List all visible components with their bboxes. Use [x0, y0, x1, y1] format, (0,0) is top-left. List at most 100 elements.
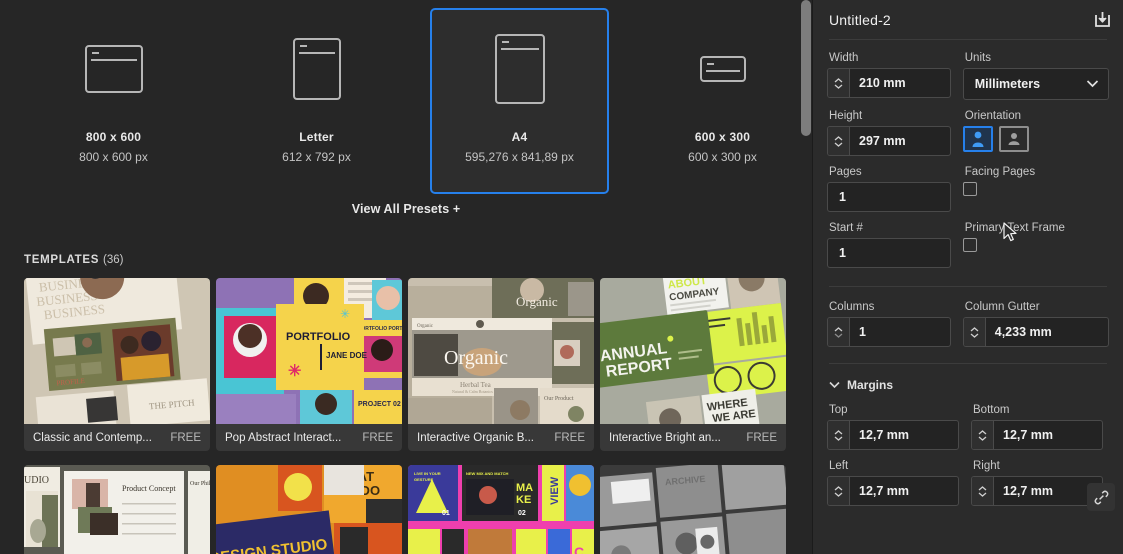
template-thumbnail: Organic Organic Organic Herbal Tea Natur…	[408, 278, 594, 424]
primary-text-frame-group: Primary Text Frame	[962, 222, 1109, 268]
margin-left-input[interactable]: 12,7 mm	[827, 476, 959, 506]
column-gutter-stepper[interactable]	[963, 318, 986, 346]
margin-left-stepper[interactable]	[828, 477, 850, 505]
link-margins-button[interactable]	[1087, 483, 1115, 511]
orientation-portrait-button[interactable]	[962, 126, 993, 152]
preset-thumbnail	[229, 10, 404, 128]
width-value[interactable]: 210 mm	[850, 69, 950, 97]
facing-pages-group: Facing Pages	[962, 166, 1109, 212]
scrollbar-thumb[interactable]	[801, 0, 811, 136]
pages-label: Pages	[829, 166, 862, 178]
margin-top-value[interactable]: 12,7 mm	[850, 421, 958, 449]
preset-thumbnail	[432, 10, 607, 128]
pages-group: Pages 1	[827, 166, 951, 212]
margin-top-input[interactable]: 12,7 mm	[827, 420, 959, 450]
template-preview-studio: WHAT WE DO DESIGN STUDIO	[216, 465, 402, 554]
template-thumbnail: WHAT WE DO DESIGN STUDIO	[216, 465, 402, 554]
margin-right-value[interactable]: 12,7 mm	[994, 477, 1102, 505]
margins-section-toggle[interactable]: Margins	[829, 378, 1109, 392]
landscape-document-icon	[84, 45, 143, 93]
primary-text-frame-label: Primary Text Frame	[964, 222, 1065, 234]
height-input[interactable]: 297 mm	[827, 126, 951, 156]
template-card[interactable]: PORTFOLIO PORTFOLIO PORTFOLIO JANE DOE ✳…	[216, 278, 408, 451]
template-card[interactable]: BUSINESS BUSINESS BUSINESS PROFILE THE P…	[24, 278, 216, 451]
preset-card-a4[interactable]: A4 595,276 x 841,89 px	[430, 8, 609, 194]
preset-card-800x600[interactable]: 800 x 600 800 x 600 px	[24, 8, 203, 194]
portrait-document-icon	[292, 38, 341, 100]
template-caption: Pop Abstract Interact... FREE	[216, 424, 402, 451]
svg-text:Product Concept: Product Concept	[122, 484, 176, 493]
width-stepper[interactable]	[828, 69, 850, 97]
margins-label: Margins	[847, 378, 894, 392]
template-title: Pop Abstract Interact...	[225, 431, 342, 444]
template-card[interactable]: ABOUT COMPANY ANNUAL REPORT WHERE WE ARE…	[600, 278, 792, 451]
column-gutter-value[interactable]: 4,233 mm	[986, 318, 1108, 346]
svg-text:NEW MIX AND MATCH: NEW MIX AND MATCH	[466, 471, 509, 476]
margin-bottom-stepper[interactable]	[972, 421, 994, 449]
pages-value[interactable]: 1	[827, 182, 951, 212]
margin-right-input[interactable]: 12,7 mm	[971, 476, 1103, 506]
svg-text:PROJECT 02: PROJECT 02	[358, 401, 401, 408]
preset-card-letter[interactable]: Letter 612 x 792 px	[227, 8, 406, 194]
preset-name: Letter	[299, 130, 334, 144]
template-card[interactable]: WHAT WE DO DESIGN STUDIO	[216, 465, 408, 554]
preset-dimensions: 595,276 x 841,89 px	[465, 150, 574, 164]
templates-label: TEMPLATES	[24, 254, 100, 266]
margin-top-label: Top	[829, 404, 848, 416]
template-title: Interactive Organic B...	[417, 431, 534, 444]
columns-input[interactable]: 1	[827, 317, 951, 347]
preset-card-600x300[interactable]: 600 x 300 600 x 300 px	[633, 8, 812, 194]
facing-pages-label: Facing Pages	[964, 166, 1036, 178]
content-scrollbar[interactable]	[801, 0, 811, 554]
svg-text:Herbal Tea: Herbal Tea	[460, 381, 492, 389]
height-stepper[interactable]	[828, 127, 850, 155]
columns-stepper[interactable]	[828, 318, 850, 346]
template-caption: Interactive Organic B... FREE	[408, 424, 594, 451]
template-card[interactable]: Organic Organic Organic Herbal Tea Natur…	[408, 278, 600, 451]
facing-pages-checkbox[interactable]	[962, 182, 977, 196]
columns-group: Columns 1	[827, 301, 951, 347]
template-thumbnail: BUSINESS BUSINESS BUSINESS PROFILE THE P…	[24, 278, 210, 424]
margin-left-value[interactable]: 12,7 mm	[850, 477, 958, 505]
template-card[interactable]: UDIO Product Concept Our Phil	[24, 465, 216, 554]
template-card[interactable]: ARCHIVE	[600, 465, 792, 554]
download-icon[interactable]	[1089, 7, 1115, 33]
units-select[interactable]: Millimeters	[962, 68, 1109, 100]
view-all-presets-link[interactable]: View All Presets +	[352, 202, 460, 216]
margin-top-stepper[interactable]	[828, 421, 850, 449]
template-card[interactable]: LIVE IN YOUR GESTURE 01 NEW MIX AND MATC…	[408, 465, 600, 554]
preset-dimensions: 612 x 792 px	[282, 150, 351, 164]
svg-text:GESTURE: GESTURE	[414, 477, 434, 482]
template-preview-annual-report: ABOUT COMPANY ANNUAL REPORT WHERE WE ARE	[600, 278, 786, 424]
template-preview-grayscale: ARCHIVE	[600, 465, 786, 554]
template-thumbnail: UDIO Product Concept Our Phil	[24, 465, 210, 554]
height-group: Height 297 mm	[827, 110, 951, 156]
start-number-group: Start # 1	[827, 222, 951, 268]
width-group: Width 210 mm	[827, 52, 951, 100]
template-price-badge: FREE	[554, 431, 585, 444]
primary-text-frame-checkbox[interactable]	[962, 238, 977, 252]
columns-value[interactable]: 1	[850, 318, 950, 346]
columns-label: Columns	[829, 301, 875, 313]
template-price-badge: FREE	[170, 431, 201, 444]
preset-list: 800 x 600 800 x 600 px Letter 612 x 792 …	[0, 0, 812, 196]
margin-bottom-value[interactable]: 12,7 mm	[994, 421, 1102, 449]
height-label: Height	[829, 110, 863, 122]
start-number-value[interactable]: 1	[827, 238, 951, 268]
svg-text:Our Product: Our Product	[544, 396, 574, 402]
margin-bottom-input[interactable]: 12,7 mm	[971, 420, 1103, 450]
template-preview-organic: Organic Organic Organic Herbal Tea Natur…	[408, 278, 594, 424]
column-gutter-label: Column Gutter	[964, 301, 1040, 313]
column-gutter-input[interactable]: 4,233 mm	[962, 317, 1109, 347]
width-input[interactable]: 210 mm	[827, 68, 951, 98]
height-value[interactable]: 297 mm	[850, 127, 950, 155]
margin-right-stepper[interactable]	[972, 477, 994, 505]
chevron-down-icon	[829, 381, 840, 389]
templates-count: (36)	[103, 254, 124, 266]
orientation-landscape-button[interactable]	[998, 126, 1029, 152]
preset-thumbnail	[26, 10, 201, 128]
column-gutter-group: Column Gutter 4,233 mm	[962, 301, 1109, 347]
template-preview-neutral: UDIO Product Concept Our Phil	[24, 465, 210, 554]
units-value: Millimeters	[974, 77, 1041, 91]
svg-text:✳: ✳	[288, 363, 301, 380]
